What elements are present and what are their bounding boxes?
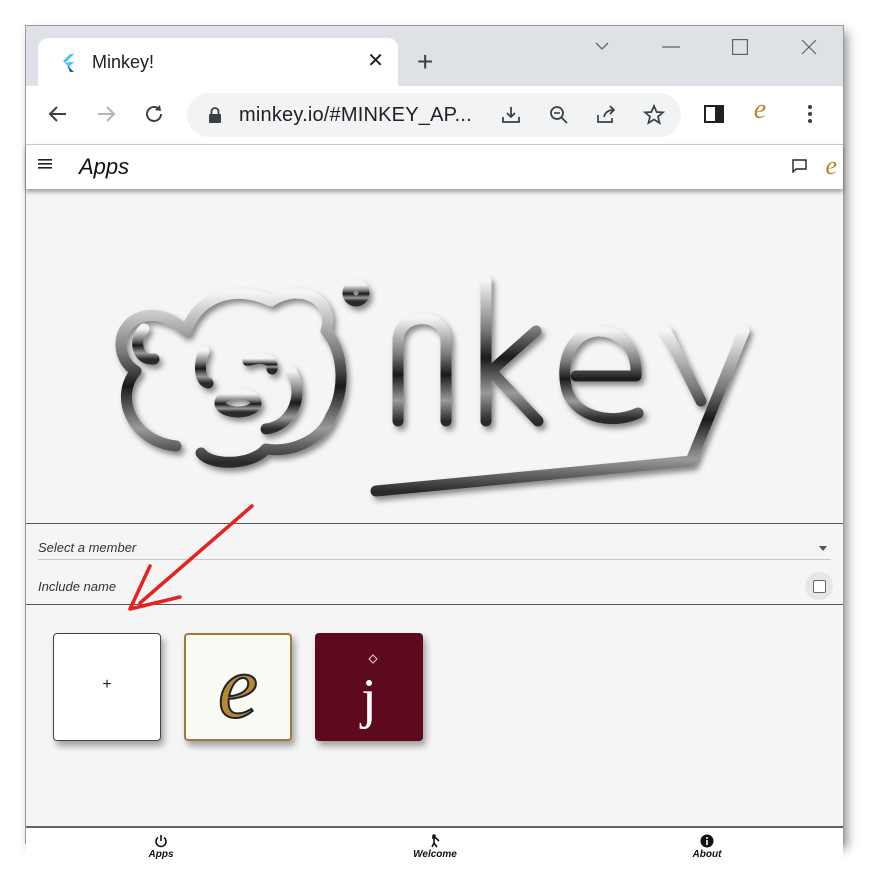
hamburger-menu-icon[interactable] [38, 157, 54, 171]
zoom-icon[interactable] [547, 103, 571, 127]
info-icon [700, 834, 714, 848]
nav-welcome[interactable]: Welcome [390, 834, 480, 860]
side-panel-icon[interactable] [702, 102, 726, 126]
bookmark-star-icon[interactable] [642, 103, 666, 127]
e-logo-icon[interactable]: e [825, 151, 837, 181]
bottom-navigation: Apps Welcome About [26, 826, 843, 872]
maximize-icon[interactable] [732, 39, 748, 55]
app-bar: Apps e [26, 144, 843, 189]
add-app-tile[interactable]: + [53, 633, 161, 741]
j-tile-letter: j [359, 668, 377, 730]
tab-search-icon[interactable] [594, 40, 610, 52]
member-form: Select a member Include name [26, 524, 843, 605]
e-app-tile[interactable]: e [184, 633, 292, 741]
person-icon [431, 834, 440, 848]
browser-tab[interactable]: Minkey! ✕ [38, 38, 398, 86]
j-app-tile[interactable]: j [315, 633, 423, 741]
page-content: Apps e Select a member Include name + e … [26, 144, 843, 872]
checkbox-box[interactable] [813, 580, 826, 593]
new-tab-button[interactable]: + [417, 48, 433, 76]
dropdown-underline [38, 559, 831, 560]
include-name-label: Include name [38, 579, 117, 594]
add-tile-label: + [102, 676, 112, 693]
nav-apps-label: Apps [148, 849, 174, 860]
extension-e-icon[interactable]: e [748, 96, 772, 124]
minkey-logo [115, 275, 750, 497]
nav-about[interactable]: About [662, 834, 752, 860]
forward-icon[interactable] [94, 102, 118, 126]
flutter-icon [63, 54, 74, 72]
nav-about-label: About [692, 849, 722, 860]
tab-strip: Minkey! ✕ + [26, 26, 843, 86]
e-app-logo: e [217, 637, 259, 738]
install-app-icon[interactable] [499, 103, 523, 127]
logo-area [26, 191, 843, 524]
back-icon[interactable] [46, 102, 70, 126]
url-text: minkey.io/#MINKEY_AP... [239, 104, 472, 126]
tab-close-button[interactable]: ✕ [367, 50, 384, 72]
more-menu-icon[interactable] [798, 102, 822, 126]
browser-window: Minkey! ✕ + minkey.io/#MINKEY_AP... e Ap… [25, 25, 844, 872]
reload-icon[interactable] [142, 102, 166, 126]
e-tile-letter: e [218, 638, 258, 737]
app-tiles: + e j [26, 605, 843, 825]
address-bar[interactable]: minkey.io/#MINKEY_AP... [187, 93, 681, 137]
select-member-dropdown[interactable]: Select a member [38, 540, 136, 555]
dropdown-arrow-icon[interactable] [819, 546, 827, 551]
include-name-checkbox[interactable] [805, 572, 833, 600]
minimize-icon[interactable] [662, 46, 680, 48]
lock-icon[interactable] [207, 106, 223, 124]
share-icon[interactable] [594, 103, 618, 127]
browser-toolbar: minkey.io/#MINKEY_AP... e [26, 86, 843, 144]
j-app-logo: j [359, 654, 378, 730]
power-icon [155, 835, 167, 848]
page-title: Apps [79, 154, 130, 179]
nav-welcome-label: Welcome [413, 849, 457, 860]
close-window-icon[interactable] [801, 39, 817, 55]
tab-title: Minkey! [92, 52, 155, 72]
nav-apps[interactable]: Apps [116, 834, 206, 860]
feedback-icon[interactable] [792, 159, 807, 173]
